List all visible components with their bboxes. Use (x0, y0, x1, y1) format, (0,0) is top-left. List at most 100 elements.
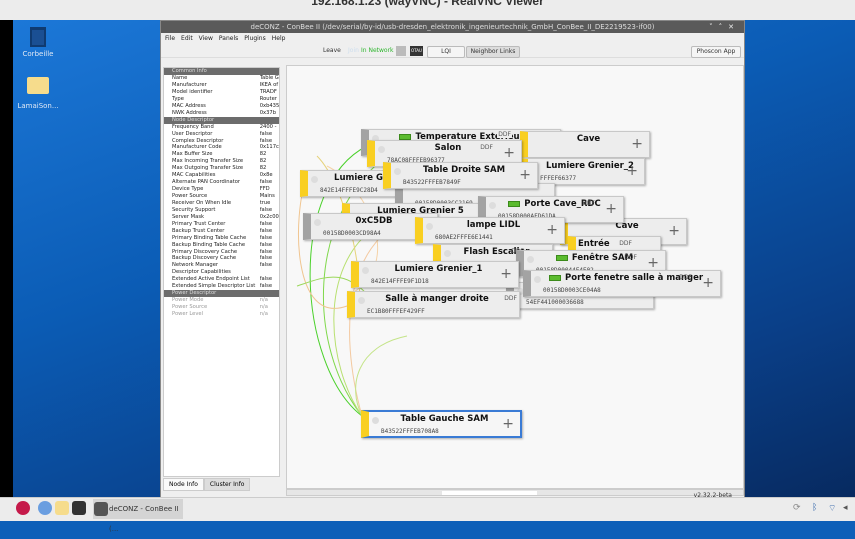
network-settings-icon[interactable] (396, 46, 406, 56)
info-key: Receiver On When Idle (172, 199, 232, 206)
volume-icon[interactable]: ◂ (843, 503, 848, 513)
plus-icon[interactable]: + (626, 164, 638, 178)
battery-icon (399, 133, 412, 140)
file-manager-icon[interactable] (55, 501, 69, 515)
info-key: Manufacturer Code (172, 144, 222, 151)
menu-plugins[interactable]: Plugins (244, 33, 266, 44)
wifi-icon[interactable]: ⌔ (828, 503, 836, 514)
plus-icon[interactable]: + (668, 224, 680, 238)
info-value: 82 (259, 158, 267, 165)
plus-icon[interactable]: + (519, 168, 531, 182)
terminal-icon[interactable] (72, 501, 86, 515)
info-row: Backup Binding Table Cache false (164, 242, 279, 249)
menu-panels[interactable]: Panels (219, 33, 238, 44)
info-value: false (259, 130, 273, 137)
lqi-button[interactable]: LQI (427, 46, 465, 58)
graph-node-selected[interactable]: Table Gauche SAM B43522FFFEB708A8 + (361, 410, 522, 438)
desktop-icon-trash[interactable]: Corbeille (8, 27, 68, 58)
info-row: Extended Active Endpoint List false (164, 276, 279, 283)
node-ddf: DDF (624, 254, 637, 261)
otau-button[interactable]: OTAU (410, 46, 423, 56)
menubar: File Edit View Panels Plugins Help (161, 33, 744, 44)
graph-node[interactable]: Cave + (520, 131, 650, 158)
plus-icon[interactable]: + (631, 137, 643, 151)
update-icon[interactable]: ⟳ (793, 503, 801, 513)
graph-node[interactable]: Lumiere Grenier_2 FFFEF66377 + (520, 158, 645, 185)
task-label: deCONZ - ConBee II (... (109, 505, 179, 533)
info-key: Primary Binding Table Cache (172, 234, 247, 241)
info-row: Max Buffer Size 82 (164, 151, 279, 158)
trash-icon (30, 27, 46, 47)
info-value: n/a (259, 297, 268, 304)
toolbar: Leave Join In Network OTAU LQI Neighbor … (161, 44, 744, 58)
graph-node[interactable]: Lumiere Grenier_1 842E14FFFE9F1D18 + (351, 261, 519, 288)
info-row: MAC Capabilities 0x8e (164, 172, 279, 179)
desktop-icon-folder[interactable]: LamaiSon... (8, 77, 68, 110)
info-row: Manufacturer IKEA of (164, 82, 279, 89)
leave-button[interactable]: Leave (323, 46, 341, 56)
info-value: Router (259, 95, 277, 102)
info-row: Power Source Mains (164, 193, 279, 200)
node-ddf: DDF (480, 144, 493, 151)
window-titlebar: deCONZ - ConBee II (/dev/serial/by-id/us… (161, 21, 744, 33)
info-row: Security Support false (164, 207, 279, 214)
tab-cluster-info[interactable]: Cluster Info (203, 478, 251, 491)
info-row: Primary Discovery Cache false (164, 249, 279, 256)
info-key: Backup Discovery Cache (172, 255, 237, 262)
phoscon-app-button[interactable]: Phoscon App (691, 46, 741, 58)
plus-icon[interactable]: + (647, 256, 659, 270)
info-value: 0xb435 (259, 102, 279, 109)
neighbor-links-button[interactable]: Neighbor Links (466, 46, 520, 58)
info-key: NWK Address (172, 109, 207, 116)
info-row: Server Mask 0x2c00 (164, 214, 279, 221)
plus-icon[interactable]: + (502, 417, 514, 431)
plus-icon[interactable]: + (500, 267, 512, 281)
info-key: Frequency Band (172, 123, 214, 130)
menu-help[interactable]: Help (272, 33, 286, 44)
tab-node-info[interactable]: Node Info (163, 478, 204, 491)
info-value: false (259, 227, 273, 234)
browser-icon[interactable] (38, 501, 52, 515)
menu-edit[interactable]: Edit (181, 33, 193, 44)
menu-view[interactable]: View (199, 33, 213, 44)
node-ddf: DDF (619, 240, 632, 247)
info-value: false (259, 248, 273, 255)
horizontal-scrollbar[interactable] (286, 489, 744, 496)
raspberry-menu-icon[interactable] (16, 501, 30, 515)
graph-node[interactable]: Porte fenetre salle à manger 00158D0003CE… (523, 270, 721, 297)
taskbar: deCONZ - ConBee II (... ⟳ ᛒ ⌔ ◂ (0, 497, 855, 533)
plus-icon[interactable]: + (503, 146, 515, 160)
taskbar-task-deconz[interactable]: deCONZ - ConBee II (... (93, 499, 183, 533)
node-name: 0xC5DB (355, 216, 393, 226)
window-controls[interactable]: ˅˄✕ (709, 21, 740, 33)
info-row: Power Source n/a (164, 304, 279, 311)
scroll-thumb[interactable] (442, 491, 537, 495)
node-ddf: DDF (497, 131, 512, 138)
info-row: Max Outgoing Transfer Size 82 (164, 165, 279, 172)
info-value: 0x8e (259, 172, 273, 179)
graph-node[interactable]: Salle à manger droite EC1B80FFFEF429FF DDF (347, 291, 520, 318)
battery-icon (549, 274, 561, 281)
graph-node[interactable]: Table Droite SAM B43522FFFEB7849F + (383, 162, 538, 189)
join-button[interactable]: Join (348, 46, 359, 56)
folder-icon (27, 77, 49, 94)
node-mac: 00158D0003CD98A4 (323, 230, 381, 237)
info-key: Model identifier (172, 88, 213, 95)
info-value: n/a (259, 304, 268, 311)
bluetooth-icon[interactable]: ᛒ (812, 503, 817, 513)
info-row: Power Level n/a (164, 311, 279, 318)
plus-icon[interactable]: + (546, 223, 558, 237)
plus-icon[interactable]: + (605, 202, 617, 216)
info-key: Power Source (172, 193, 208, 199)
info-key: Alternate PAN Coordinator (172, 179, 241, 186)
info-key: Manufacturer (172, 81, 207, 88)
info-value: 0x2c00 (259, 213, 279, 220)
plus-icon[interactable]: + (702, 276, 714, 290)
info-value: false (259, 206, 273, 213)
node-mac: B43522FFFEB708A8 (381, 428, 439, 435)
menu-file[interactable]: File (165, 33, 175, 44)
graph-node[interactable]: lampe LIDL 680AE2FFFE6E1441 + (415, 217, 565, 244)
info-value: false (259, 276, 273, 283)
node-name: lampe LIDL (466, 220, 521, 230)
info-row: Primary Binding Table Cache false (164, 235, 279, 242)
